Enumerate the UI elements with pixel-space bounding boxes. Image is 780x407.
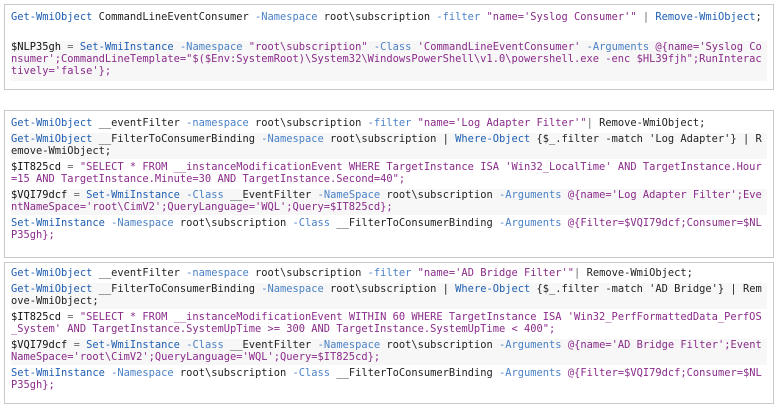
code-token: -Namespace — [104, 367, 174, 379]
code-token: root\subscription — [380, 189, 499, 201]
code-token: -NameSpace — [317, 189, 381, 201]
code-token: $IT825cd — [11, 161, 62, 173]
code-token: Set-WmiInstance — [86, 189, 180, 201]
code-token: -filter — [367, 267, 412, 279]
code-token: root\subscription — [380, 339, 499, 351]
code-token: CommandLineEventConsumer — [92, 11, 255, 23]
code-token: Set-WmiInstance — [11, 217, 105, 229]
code-token: "SELECT * FROM __instanceModificationEve… — [11, 161, 762, 185]
code-token: | — [636, 11, 656, 23]
code-token: -Arguments — [499, 189, 562, 201]
code-token: Set-WmiInstance — [86, 339, 180, 351]
code-token: Where-Object — [455, 133, 531, 145]
code-token: -Arguments — [498, 367, 562, 379]
code-token: __eventFilter — [92, 267, 187, 279]
code-token: __EventFilter — [223, 339, 318, 351]
code-token: __FilterToConsumerBinding — [92, 133, 262, 145]
code-token: root\subscription — [173, 217, 293, 229]
code-line: Set-WmiInstance -Namespace root\subscrip… — [11, 217, 767, 243]
code-token: -Namespace — [261, 133, 324, 145]
code-block-ad-bridge-filter: Get-WmiObject __eventFilter -namespace r… — [4, 262, 774, 404]
code-token: -Class — [292, 217, 331, 229]
code-token: __FilterToConsumerBinding — [330, 367, 499, 379]
code-token: = — [61, 161, 80, 173]
code-token: __eventFilter — [92, 117, 187, 129]
code-token: = — [61, 41, 80, 53]
code-token: Remove-WmiObject; — [599, 117, 706, 129]
code-token: = — [67, 339, 87, 351]
code-token: __FilterToConsumerBinding — [330, 217, 499, 229]
code-token: = — [61, 311, 80, 323]
code-token: Remove-WmiObject; — [586, 267, 693, 279]
code-token: __FilterToConsumerBinding — [92, 283, 262, 295]
code-line: Get-WmiObject __FilterToConsumerBinding … — [11, 133, 767, 159]
code-token: -Class — [292, 367, 331, 379]
code-token: __EventFilter — [223, 189, 318, 201]
code-token: Get-WmiObject — [11, 283, 93, 295]
code-token: root\subscription | — [323, 283, 456, 295]
code-line: Get-WmiObject __eventFilter -namespace r… — [11, 117, 767, 131]
code-token: "name='AD Bridge Filter'" — [411, 267, 575, 279]
code-token: {$_.filter -match 'Log Adapter'} | — [530, 133, 756, 145]
code-token: -Namespace — [254, 11, 318, 23]
code-line: Get-WmiObject __eventFilter -namespace r… — [11, 267, 767, 281]
code-token: Remove-WmiObject — [655, 11, 756, 23]
code-block-consumer: Get-WmiObject CommandLineEventConsumer -… — [4, 4, 774, 90]
code-line: $IT825cd = "SELECT * FROM __instanceModi… — [11, 311, 767, 337]
code-token: $VQI79dcf — [11, 339, 68, 351]
code-token: -Class — [179, 339, 224, 351]
code-line: $VQI79dcf = Set-WmiInstance -Class __Eve… — [11, 189, 767, 215]
code-token: root\subscription — [317, 11, 437, 23]
code-token: "SELECT * FROM __instanceModificationEve… — [11, 311, 762, 335]
code-block-log-adapter-filter: Get-WmiObject __eventFilter -namespace r… — [4, 110, 774, 258]
code-token: Set-WmiInstance — [11, 367, 105, 379]
code-token: ; — [755, 11, 762, 23]
code-token: "name='Log Adapter Filter'" — [411, 117, 587, 129]
code-token: "name='Syslog Consumer'" — [480, 11, 637, 23]
code-token: root\subscription — [173, 367, 293, 379]
code-token: root\subscription — [248, 267, 368, 279]
code-token: {$_.filter -match 'AD Bridge'} | — [530, 283, 743, 295]
code-token: root\subscription | — [323, 133, 456, 145]
code-token: 'CommandLineEventConsumer' — [411, 41, 587, 53]
code-token: Get-WmiObject — [11, 11, 93, 23]
code-token: = — [67, 189, 87, 201]
code-token: Where-Object — [455, 283, 531, 295]
code-token: -Namespace — [104, 217, 174, 229]
code-token: -Class — [179, 189, 224, 201]
code-token: Get-WmiObject — [11, 133, 93, 145]
code-line: $VQI79dcf = Set-WmiInstance -Class __Eve… — [11, 339, 767, 365]
code-token: "root\subscription" — [242, 41, 374, 53]
code-token: | — [586, 117, 600, 129]
code-line: Get-WmiObject __FilterToConsumerBinding … — [11, 283, 767, 309]
code-token: -namespace — [186, 267, 249, 279]
code-token: -Namespace — [317, 339, 381, 351]
code-token: $VQI79dcf — [11, 189, 68, 201]
code-line: $NLP35gh = Set-WmiInstance -Namespace "r… — [11, 41, 767, 81]
code-token: -Class — [373, 41, 412, 53]
code-token: -Namespace — [261, 283, 324, 295]
code-token: -filter — [367, 117, 412, 129]
code-token: Get-WmiObject — [11, 267, 93, 279]
code-token: Set-WmiInstance — [79, 41, 174, 53]
code-line: Set-WmiInstance -Namespace root\subscrip… — [11, 367, 767, 393]
code-token: -Namespace — [173, 41, 243, 53]
code-line: $IT825cd = "SELECT * FROM __instanceModi… — [11, 161, 767, 187]
code-token: root\subscription — [248, 117, 368, 129]
code-token: $NLP35gh — [11, 41, 62, 53]
code-token: $IT825cd — [11, 311, 62, 323]
code-token: -Arguments — [499, 339, 562, 351]
code-token: | — [574, 267, 587, 279]
code-token: -filter — [436, 11, 481, 23]
code-line: Get-WmiObject CommandLineEventConsumer -… — [11, 11, 767, 37]
code-token: Get-WmiObject — [11, 117, 93, 129]
code-screenshot: Get-WmiObject CommandLineEventConsumer -… — [0, 0, 780, 407]
code-token: -Arguments — [498, 217, 562, 229]
code-token: -Arguments — [586, 41, 650, 53]
code-token: -namespace — [186, 117, 249, 129]
